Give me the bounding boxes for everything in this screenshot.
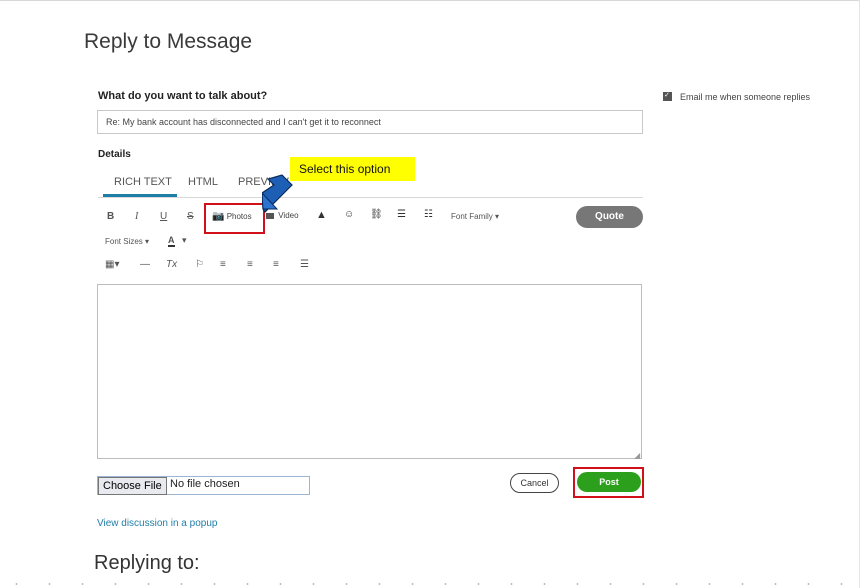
page-title: Reply to Message bbox=[84, 30, 253, 53]
align-justify-icon[interactable]: ☰ bbox=[300, 259, 309, 270]
font-color-label: A bbox=[168, 235, 175, 247]
font-sizes-dropdown[interactable]: Font Sizes ▾ bbox=[105, 237, 149, 246]
email-replies-label: Email me when someone replies bbox=[680, 92, 811, 102]
ordered-list-icon[interactable]: ☰ bbox=[397, 209, 406, 220]
align-center-icon[interactable]: ≡ bbox=[247, 259, 253, 270]
chevron-down-icon: ▾ bbox=[177, 235, 187, 245]
subject-input[interactable]: Re: My bank account has disconnected and… bbox=[97, 110, 643, 134]
italic-button[interactable]: I bbox=[135, 211, 138, 222]
chevron-down-icon: ▾ bbox=[495, 212, 500, 221]
strikethrough-button[interactable]: S bbox=[187, 211, 194, 222]
message-editor[interactable] bbox=[97, 284, 642, 459]
font-sizes-label: Font Sizes bbox=[105, 237, 143, 246]
table-icon[interactable]: ▦▾ bbox=[105, 259, 119, 270]
font-family-dropdown[interactable]: Font Family ▾ bbox=[451, 212, 499, 221]
bold-button[interactable]: B bbox=[107, 211, 114, 222]
bottom-dotted-divider bbox=[0, 582, 860, 586]
link-icon[interactable]: ⛓ bbox=[370, 209, 383, 220]
horizontal-rule-icon[interactable]: — bbox=[140, 259, 150, 270]
cancel-button[interactable]: Cancel bbox=[510, 473, 559, 493]
underline-button[interactable]: U bbox=[160, 211, 167, 222]
annotation-tooltip: Select this option bbox=[290, 157, 415, 181]
tabs-divider bbox=[98, 197, 643, 198]
chevron-down-icon: ▾ bbox=[145, 237, 150, 246]
resize-handle-icon[interactable]: ◢ bbox=[634, 451, 640, 460]
font-color-dropdown[interactable]: A ▾ bbox=[168, 235, 187, 247]
top-border bbox=[0, 0, 860, 1]
emoji-icon[interactable]: ☺ bbox=[344, 209, 354, 220]
replying-title: Replying to: bbox=[94, 552, 200, 574]
quote-button[interactable]: Quote bbox=[576, 206, 643, 228]
post-button[interactable]: Post bbox=[577, 472, 641, 492]
clear-format-icon[interactable]: Tx bbox=[166, 259, 177, 270]
tab-html[interactable]: HTML bbox=[188, 176, 218, 188]
tab-rich-text[interactable]: RICH TEXT bbox=[114, 176, 172, 188]
file-status: No file chosen bbox=[170, 478, 240, 490]
align-left-icon[interactable]: ≡ bbox=[220, 259, 226, 270]
video-camera-icon bbox=[266, 212, 274, 219]
arrow-icon bbox=[262, 174, 293, 213]
tooltip-text: Select this option bbox=[299, 162, 391, 176]
photos-highlight-box bbox=[204, 203, 265, 234]
bookmark-icon[interactable]: ⚐ bbox=[195, 259, 204, 270]
font-family-label: Font Family bbox=[451, 212, 493, 221]
view-popup-link[interactable]: View discussion in a popup bbox=[97, 518, 217, 529]
warning-icon[interactable]: ▲ bbox=[316, 209, 327, 221]
details-label: Details bbox=[98, 149, 131, 160]
align-right-icon[interactable]: ≡ bbox=[273, 259, 279, 270]
email-replies-checkbox[interactable] bbox=[663, 91, 672, 101]
bullet-list-icon[interactable]: ☷ bbox=[424, 209, 433, 220]
choose-file-button[interactable]: Choose File bbox=[98, 477, 167, 495]
topic-label: What do you want to talk about? bbox=[98, 90, 268, 102]
